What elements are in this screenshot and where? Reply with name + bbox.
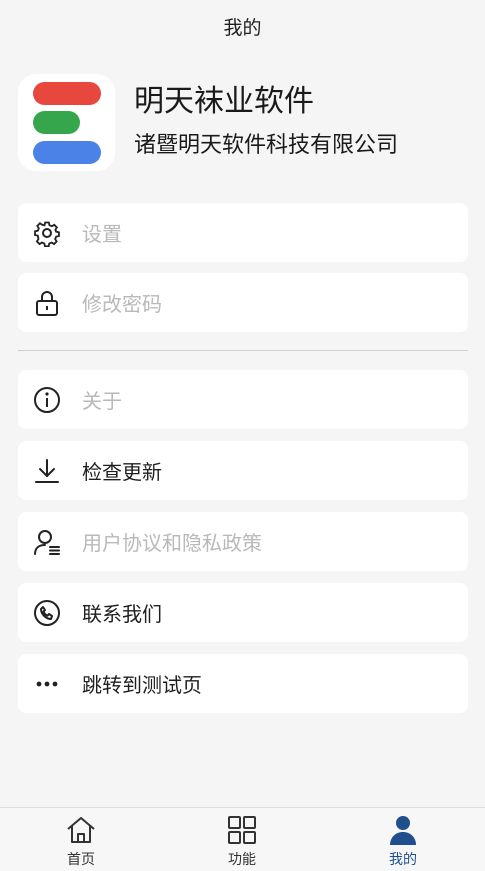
menu-item-change-password[interactable]: 修改密码 (18, 273, 468, 332)
download-icon (32, 456, 62, 486)
app-logo (18, 73, 115, 171)
logo-red-stripe (33, 81, 101, 105)
bottom-tab-bar: 首页 功能 我的 (0, 807, 485, 871)
tab-label-mine: 我的 (389, 852, 417, 868)
menu-label-test-page: 跳转到测试页 (82, 673, 202, 697)
page-title: 我的 (223, 16, 262, 39)
menu-item-contact[interactable]: 联系我们 (18, 583, 468, 642)
logo-green-stripe (33, 110, 80, 134)
section-divider (18, 350, 468, 351)
home-icon (65, 814, 97, 846)
gear-icon (32, 218, 62, 248)
menu-label-check-update: 检查更新 (82, 460, 162, 484)
app-name: 明天袜业软件 (134, 84, 314, 119)
menu-label-change-password: 修改密码 (82, 292, 162, 316)
menu-item-test-page[interactable]: 跳转到测试页 (18, 654, 468, 713)
tab-label-features: 功能 (228, 852, 256, 868)
phone-icon (32, 598, 62, 628)
person-icon (387, 814, 419, 846)
logo-blue-stripe (33, 140, 101, 164)
menu-label-about: 关于 (82, 389, 122, 413)
profile-header: 明天袜业软件 诸暨明天软件科技有限公司 (18, 72, 468, 172)
menu-item-agreement[interactable]: 用户协议和隐私政策 (18, 512, 468, 571)
profile-text: 明天袜业软件 诸暨明天软件科技有限公司 (134, 82, 398, 162)
menu-item-check-update[interactable]: 检查更新 (18, 441, 468, 500)
grid-icon (226, 814, 258, 846)
tab-home[interactable]: 首页 (41, 808, 121, 871)
tab-features[interactable]: 功能 (202, 808, 282, 871)
menu-item-about[interactable]: 关于 (18, 370, 468, 429)
info-icon (32, 385, 62, 415)
menu-label-settings: 设置 (82, 222, 122, 246)
tab-label-home: 首页 (67, 852, 95, 868)
more-dots-icon (32, 669, 62, 699)
menu-label-agreement: 用户协议和隐私政策 (82, 531, 262, 555)
menu-item-settings[interactable]: 设置 (18, 203, 468, 262)
user-document-icon (32, 527, 62, 557)
menu-label-contact: 联系我们 (82, 602, 162, 626)
company-name: 诸暨明天软件科技有限公司 (134, 133, 399, 158)
lock-icon (32, 288, 62, 318)
tab-mine[interactable]: 我的 (363, 808, 443, 871)
